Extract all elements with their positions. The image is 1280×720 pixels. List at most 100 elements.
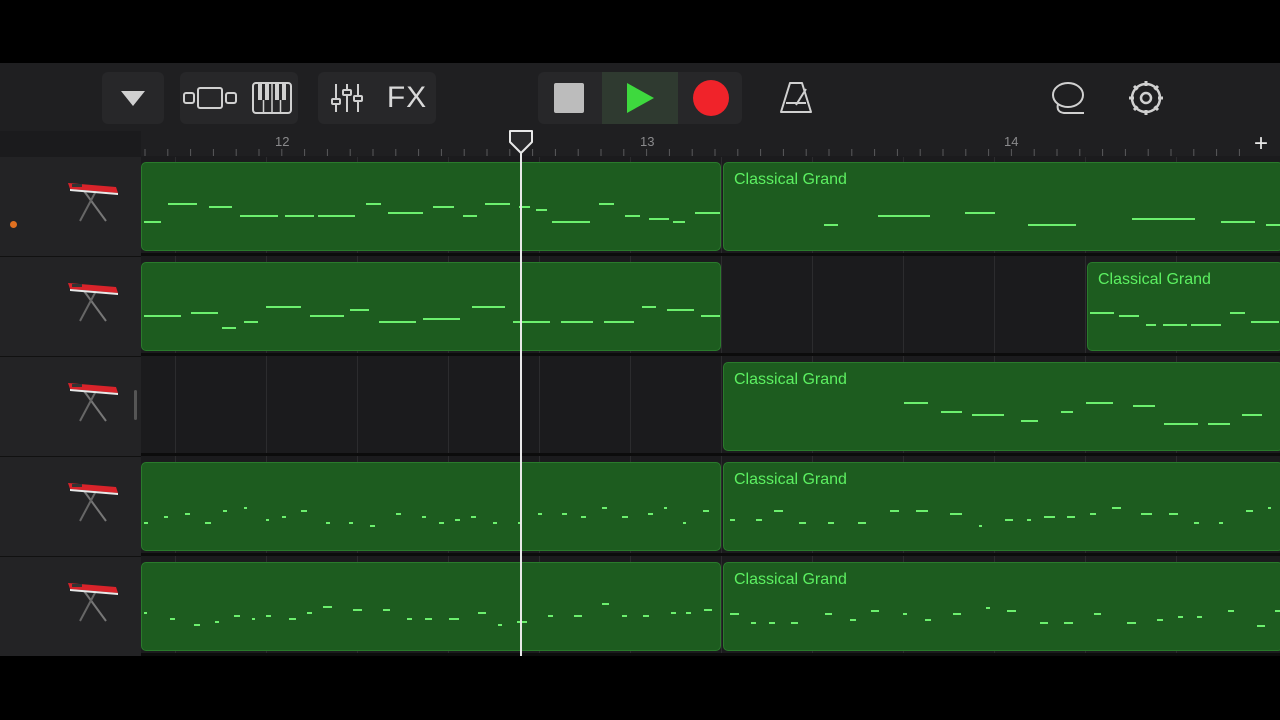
midi-note [941, 411, 963, 413]
tracks-view-button[interactable] [180, 72, 240, 124]
midi-region[interactable]: Classical Grand [723, 462, 1280, 551]
track-header-4[interactable] [0, 457, 141, 557]
midi-note [547, 615, 553, 617]
midi-note [307, 612, 313, 614]
midi-note [602, 603, 610, 605]
loop-browser-button[interactable] [1040, 72, 1096, 124]
midi-region[interactable]: Classical Grand [723, 162, 1280, 251]
midi-note [560, 321, 593, 323]
track-header-5[interactable] [0, 557, 141, 656]
midi-note [904, 402, 929, 404]
midi-region[interactable]: Classical Grand [1087, 262, 1280, 351]
keyboard-icon [66, 477, 122, 530]
track-header-1[interactable] [0, 157, 141, 257]
midi-note [1245, 510, 1254, 512]
midi-note [825, 613, 832, 615]
midi-note [326, 522, 331, 524]
settings-button[interactable] [1118, 72, 1174, 124]
tracks-view-icon [183, 87, 237, 109]
midi-note [700, 315, 720, 317]
midi-note [1085, 402, 1113, 404]
midi-note [1178, 616, 1183, 618]
browser-group [102, 72, 164, 124]
midi-note [205, 522, 211, 524]
track-header-3[interactable] [0, 357, 141, 457]
fx-button[interactable]: FX [378, 72, 436, 124]
midi-note [251, 618, 255, 620]
region-name: Classical Grand [734, 571, 847, 588]
midi-note [1157, 619, 1164, 621]
midi-note [185, 513, 191, 515]
midi-note [1090, 312, 1115, 314]
triangle-down-icon [121, 91, 145, 106]
mixer-button[interactable] [318, 72, 376, 124]
track-header-2[interactable] [0, 257, 141, 357]
midi-note [686, 612, 691, 614]
midi-note [1127, 622, 1136, 624]
play-button[interactable] [602, 72, 678, 124]
midi-region[interactable] [141, 162, 721, 251]
midi-note [1162, 324, 1187, 326]
stop-button[interactable] [538, 72, 600, 124]
midi-note [769, 622, 775, 624]
track-scroll-handle[interactable] [134, 390, 137, 420]
midi-note [424, 618, 433, 620]
midi-region[interactable]: Classical Grand [723, 362, 1280, 451]
record-button[interactable] [680, 72, 742, 124]
midi-note [755, 519, 762, 521]
midi-note [621, 615, 628, 617]
midi-note [221, 327, 237, 329]
midi-note [601, 507, 607, 509]
midi-note [244, 321, 258, 323]
midi-note [1145, 324, 1157, 326]
midi-note [1004, 519, 1014, 521]
midi-note [492, 522, 498, 524]
midi-note [265, 306, 302, 308]
midi-note [1169, 513, 1179, 515]
add-section-button[interactable]: + [1254, 131, 1268, 157]
midi-note [849, 619, 857, 621]
midi-region[interactable] [141, 562, 721, 651]
record-enable-indicator[interactable] [10, 221, 17, 228]
midi-note [1208, 423, 1230, 425]
midi-note [265, 519, 269, 521]
stop-icon [554, 83, 584, 113]
midi-note [455, 519, 460, 521]
midi-note [730, 519, 736, 521]
midi-note [604, 321, 635, 323]
sliders-icon [331, 84, 363, 112]
smart-controls-button[interactable] [246, 72, 298, 124]
bar-number-14: 14 [1004, 134, 1019, 149]
control-bar: FX [0, 63, 1280, 131]
midi-note [1060, 411, 1073, 413]
midi-note [642, 615, 649, 617]
midi-note [349, 309, 370, 311]
tracks-area[interactable]: Classical Grand Classical Grand Classica… [141, 157, 1280, 656]
midi-note [1140, 513, 1152, 515]
midi-region[interactable] [141, 462, 721, 551]
midi-note [144, 522, 149, 524]
midi-note [1118, 315, 1139, 317]
midi-note [194, 624, 201, 626]
midi-note [471, 516, 477, 518]
keyboard-icon [66, 577, 122, 630]
midi-region[interactable] [141, 262, 721, 351]
midi-note [1251, 321, 1280, 323]
midi-note [774, 510, 783, 512]
midi-note [642, 306, 657, 308]
timeline-ruler[interactable]: 12 13 14 + [141, 131, 1280, 157]
metronome-button[interactable] [768, 72, 824, 124]
midi-note [663, 507, 668, 509]
midi-region[interactable]: Classical Grand [723, 562, 1280, 651]
midi-note [322, 606, 332, 608]
keyboard-icon [66, 277, 122, 330]
midi-note [953, 613, 962, 615]
browser-toggle-button[interactable] [102, 72, 164, 124]
midi-note [353, 609, 363, 611]
playhead[interactable] [520, 141, 522, 656]
midi-note [673, 221, 686, 223]
playhead-handle[interactable] [508, 129, 534, 155]
midi-note [751, 622, 756, 624]
midi-note [903, 613, 907, 615]
midi-note [1093, 613, 1102, 615]
